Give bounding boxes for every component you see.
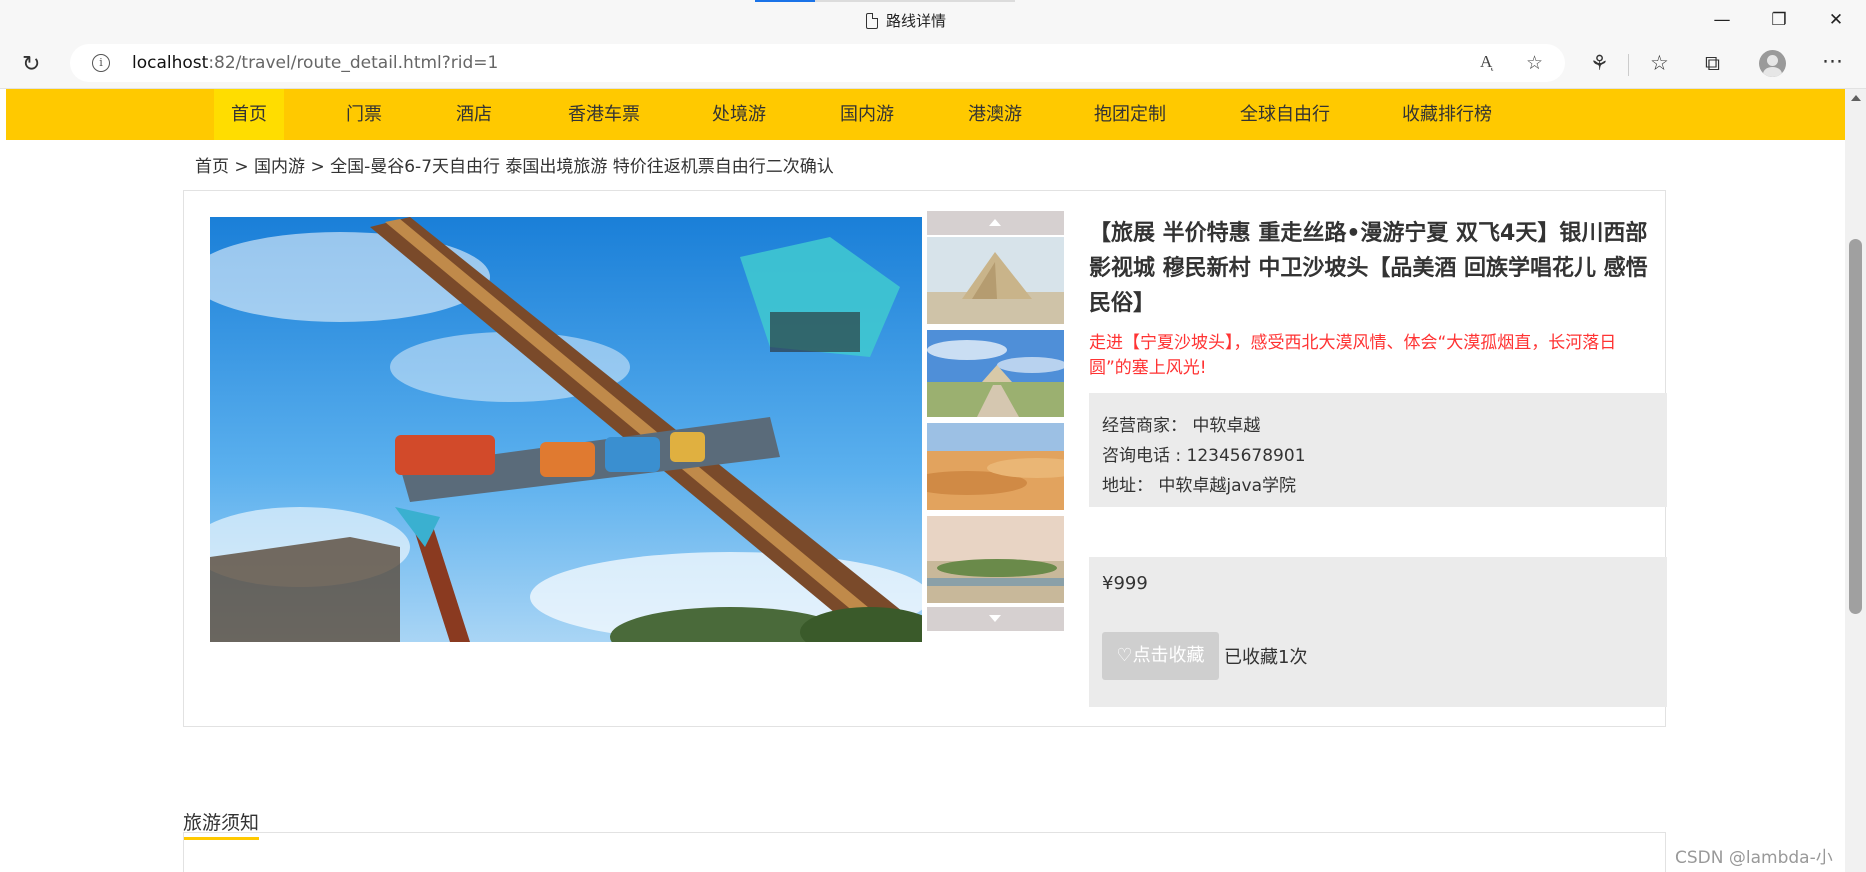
- window-title-text: 路线详情: [886, 12, 947, 30]
- page-scrollbar[interactable]: [1845, 89, 1866, 872]
- route-price: ¥999: [1102, 573, 1148, 594]
- url-field[interactable]: i localhost:82/travel/route_detail.html?…: [70, 44, 1565, 82]
- price-panel: ¥999 ♡点击收藏 已收藏1次: [1089, 557, 1667, 707]
- thumb-scroll-up-button[interactable]: [927, 211, 1064, 235]
- profile-avatar[interactable]: [1759, 50, 1786, 77]
- nav-outbound-travel[interactable]: 处境游: [695, 89, 783, 140]
- page-viewport: 首页 门票 酒店 香港车票 处境游 国内游 港澳游 抱团定制 全球自由行 收藏排…: [0, 89, 1845, 872]
- tab-indicator: [755, 0, 1015, 2]
- thumb-scroll-down-button[interactable]: [927, 607, 1064, 631]
- nav-home[interactable]: 首页: [214, 89, 284, 140]
- main-route-photo: [210, 217, 922, 642]
- route-title: 【旅展 半价特惠 重走丝路•漫游宁夏 双飞4天】银川西部影视城 穆民新村 中卫沙…: [1089, 221, 1648, 316]
- read-aloud-icon[interactable]: Aͅ: [1480, 52, 1492, 72]
- nav-hk-macau-travel[interactable]: 港澳游: [951, 89, 1039, 140]
- nav-hk-bus-tickets[interactable]: 香港车票: [551, 89, 657, 140]
- toolbar-divider: [1628, 54, 1629, 76]
- seller-address: 地址： 中软卓越java学院: [1102, 476, 1297, 496]
- favorites-icon[interactable]: ☆: [1650, 51, 1669, 75]
- more-menu-icon[interactable]: ⋯: [1822, 49, 1843, 73]
- seller-name: 经营商家： 中软卓越: [1102, 416, 1261, 436]
- site-info-icon[interactable]: i: [92, 54, 110, 72]
- reload-icon[interactable]: ↻: [22, 52, 40, 77]
- address-bar: ↻ i localhost:82/travel/route_detail.htm…: [0, 40, 1866, 89]
- thumbnail-image[interactable]: [927, 516, 1064, 603]
- extensions-icon[interactable]: ⚘: [1590, 51, 1609, 75]
- thumbnail-image[interactable]: [927, 330, 1064, 417]
- nav-global-free-travel[interactable]: 全球自由行: [1223, 89, 1347, 140]
- close-window-button[interactable]: ✕: [1813, 6, 1859, 34]
- nav-hotel[interactable]: 酒店: [439, 89, 509, 140]
- url-text[interactable]: localhost:82/travel/route_detail.html?ri…: [132, 53, 498, 73]
- minimize-button[interactable]: —: [1699, 6, 1745, 34]
- route-detail-panel: 【旅展 半价特惠 重走丝路•漫游宁夏 双飞4天】银川西部影视城 穆民新村 中卫沙…: [183, 190, 1667, 727]
- favorite-count: 已收藏1次: [1224, 647, 1308, 668]
- scroll-thumb[interactable]: [1849, 239, 1862, 614]
- nav-favorite-ranking[interactable]: 收藏排行榜: [1385, 89, 1509, 140]
- window-title: 路线详情: [866, 10, 946, 31]
- favorite-button[interactable]: ♡点击收藏: [1102, 632, 1219, 680]
- add-favorite-icon[interactable]: ☆: [1526, 52, 1543, 74]
- thumbnail-image[interactable]: [927, 237, 1064, 324]
- watermark: CSDN @lambda-小张: [1675, 848, 1833, 868]
- thumbnail-image[interactable]: [927, 423, 1064, 510]
- route-intro: 走进【宁夏沙坡头】，感受西北大漠风情、体会“大漠孤烟直，长河落日圆”的塞上风光!: [1089, 333, 1617, 378]
- travel-notice-panel: [183, 832, 1666, 872]
- collections-icon[interactable]: ⧉: [1705, 51, 1720, 76]
- nav-tickets[interactable]: 门票: [329, 89, 399, 140]
- seller-phone: 咨询电话 : 12345678901: [1102, 446, 1306, 466]
- nav-group-custom[interactable]: 抱团定制: [1077, 89, 1183, 140]
- scroll-up-arrow[interactable]: [1851, 95, 1861, 101]
- nav-domestic-travel[interactable]: 国内游: [823, 89, 911, 140]
- restore-button[interactable]: ❐: [1756, 6, 1802, 34]
- title-bar: 路线详情 — ❐ ✕: [0, 0, 1866, 40]
- main-nav: 首页 门票 酒店 香港车票 处境游 国内游 港澳游 抱团定制 全球自由行 收藏排…: [6, 89, 1845, 140]
- heart-icon: ♡: [1116, 645, 1133, 666]
- breadcrumb[interactable]: 首页 > 国内游 > 全国-曼谷6-7天自由行 泰国出境旅游 特价往返机票自由行…: [195, 152, 834, 177]
- favorite-button-label: 点击收藏: [1132, 645, 1205, 666]
- seller-info: 经营商家： 中软卓越 咨询电话 : 12345678901 地址： 中软卓越ja…: [1089, 393, 1667, 507]
- page-icon: [866, 12, 878, 29]
